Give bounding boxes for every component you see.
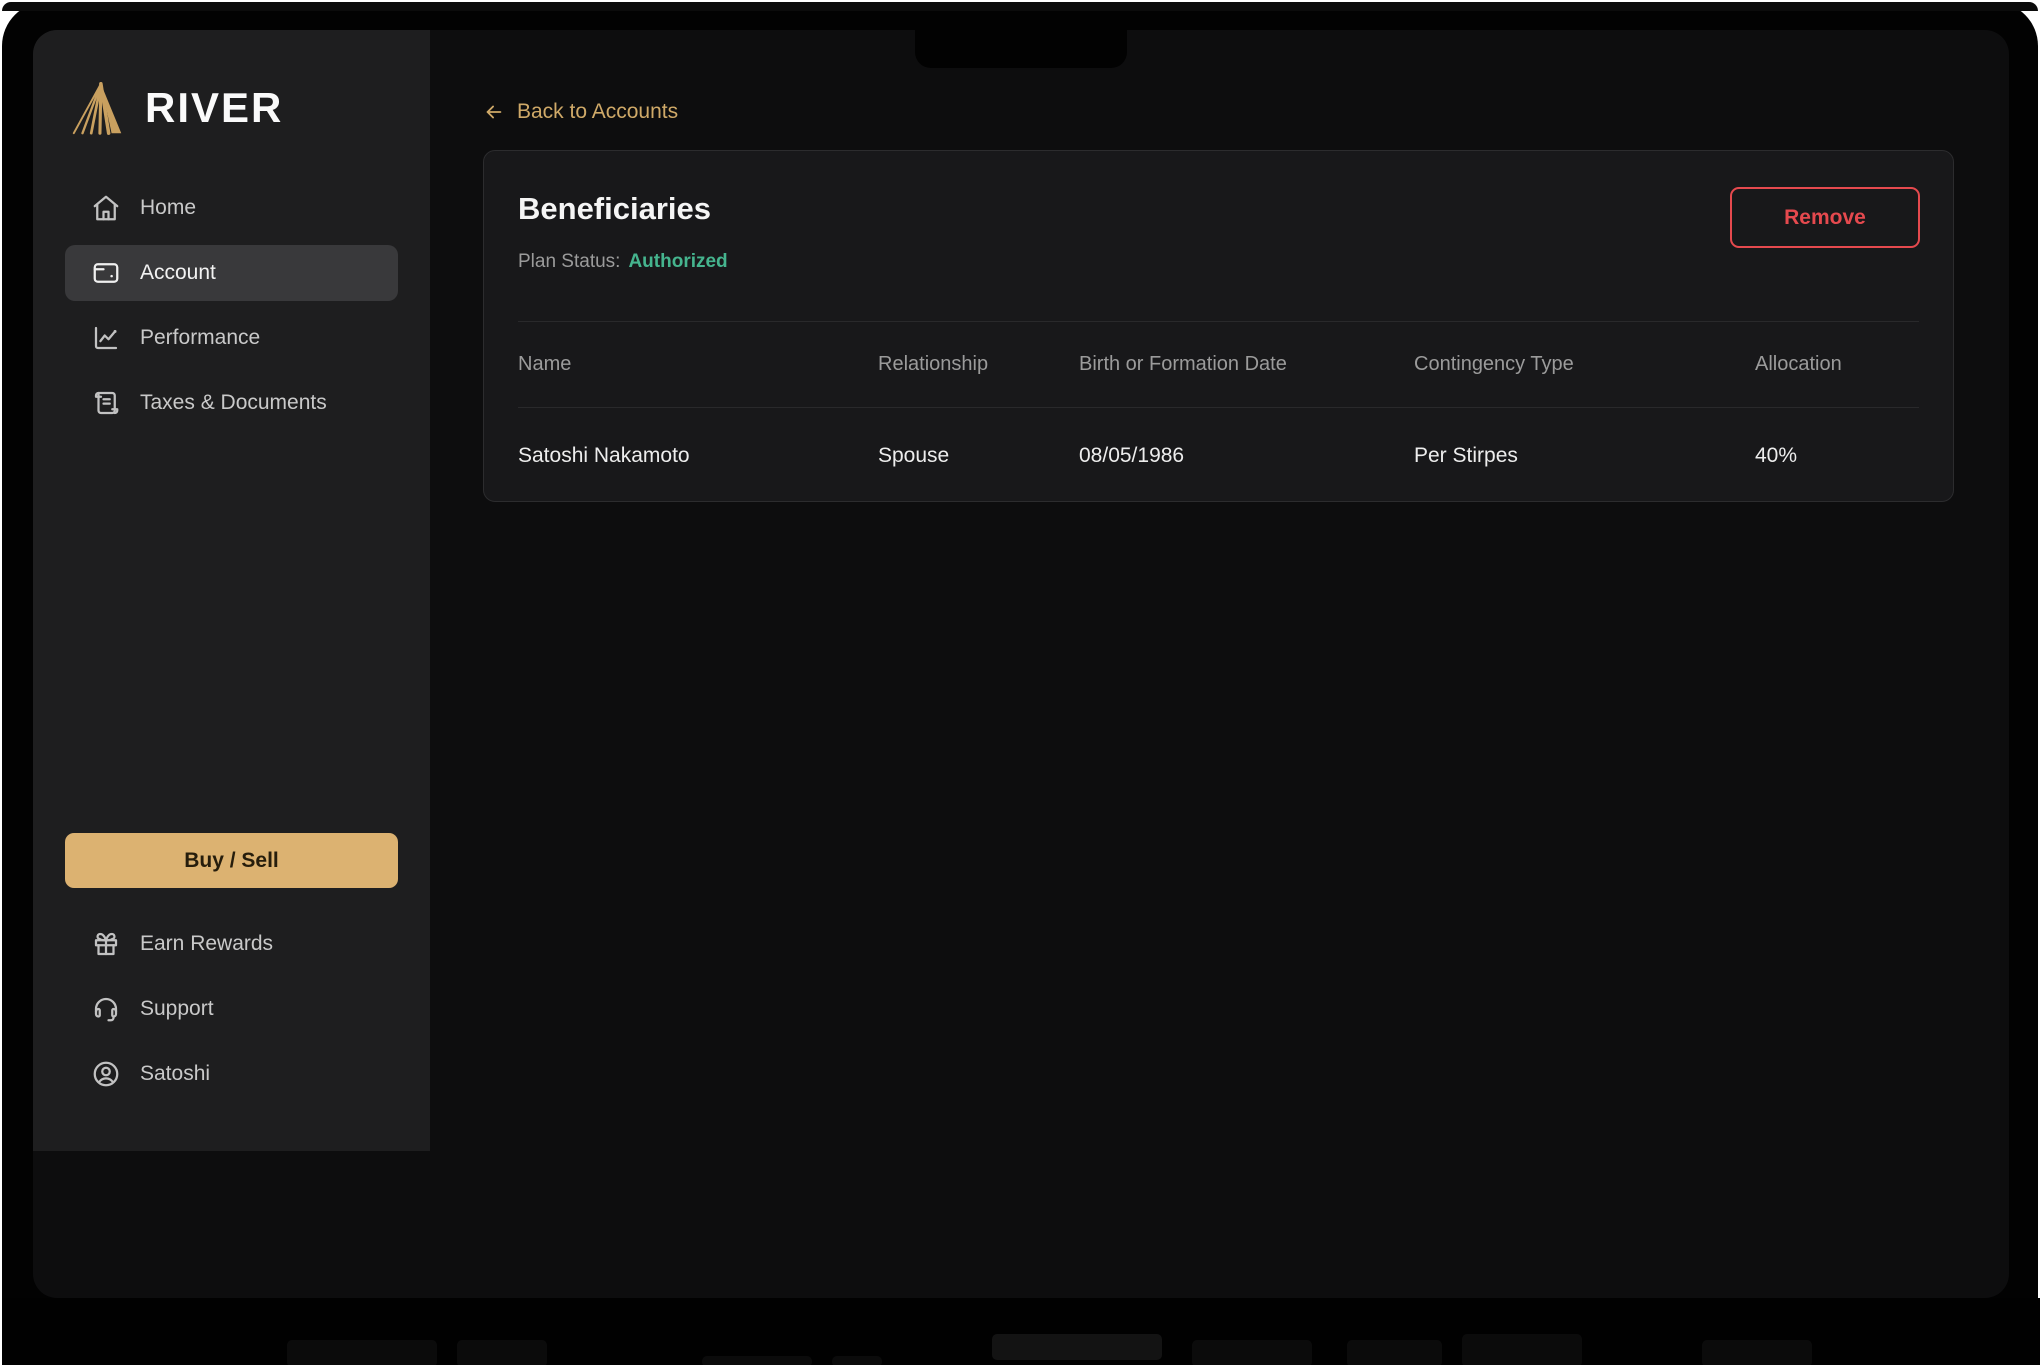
brand-logo: RIVER xyxy=(65,72,398,144)
back-to-accounts-link[interactable]: Back to Accounts xyxy=(483,100,678,124)
home-icon xyxy=(91,193,121,223)
line-chart-icon xyxy=(91,323,121,353)
keyboard-key xyxy=(702,1356,812,1365)
sidebar-item-support[interactable]: Support xyxy=(65,981,398,1037)
headset-icon xyxy=(91,994,121,1024)
beneficiaries-card: Beneficiaries Plan Status: Authorized Rem… xyxy=(483,150,1954,502)
keyboard-deck xyxy=(2,1298,2040,1365)
table-header-row: Name Relationship Birth or Formation Dat… xyxy=(518,321,1919,408)
keyboard-key xyxy=(1347,1340,1442,1365)
sidebar-item-home[interactable]: Home xyxy=(65,180,398,236)
column-header-name: Name xyxy=(518,353,878,376)
plan-status-value: Authorized xyxy=(628,251,727,272)
keyboard-key xyxy=(1462,1334,1582,1365)
wallet-icon xyxy=(91,258,121,288)
keyboard-key xyxy=(457,1340,547,1365)
sidebar-item-performance[interactable]: Performance xyxy=(65,310,398,366)
back-link-label: Back to Accounts xyxy=(517,100,678,124)
cell-name: Satoshi Nakamoto xyxy=(518,444,878,468)
sidebar-item-label: Support xyxy=(140,997,214,1021)
scroll-document-icon xyxy=(91,388,121,418)
column-header-birth-or-formation-date: Birth or Formation Date xyxy=(1079,353,1414,376)
gift-icon xyxy=(91,929,121,959)
sidebar-item-label: Performance xyxy=(140,326,260,350)
keyboard-key xyxy=(1192,1340,1312,1365)
cell-contingency-type: Per Stirpes xyxy=(1414,444,1755,468)
laptop-lid-edge xyxy=(2,2,2038,11)
column-header-allocation: Allocation xyxy=(1755,353,1919,376)
sidebar-item-account[interactable]: Account xyxy=(65,245,398,301)
plan-status-label: Plan Status: xyxy=(518,251,620,272)
sidebar-item-label: Satoshi xyxy=(140,1062,210,1086)
keyboard-key xyxy=(992,1334,1162,1360)
sidebar: RIVER Home Account Performance xyxy=(33,30,430,1151)
sidebar-item-profile-satoshi[interactable]: Satoshi xyxy=(65,1046,398,1102)
card-title: Beneficiaries xyxy=(518,191,711,227)
keyboard-key xyxy=(1702,1340,1812,1365)
cell-birth-or-formation-date: 08/05/1986 xyxy=(1079,444,1414,468)
column-header-relationship: Relationship xyxy=(878,353,1079,376)
keyboard-key xyxy=(832,1356,882,1365)
main-content: Back to Accounts Beneficiaries Plan Stat… xyxy=(430,30,2009,1298)
app-screen: RIVER Home Account Performance xyxy=(33,30,2009,1298)
brand-name: RIVER xyxy=(145,84,283,132)
buy-sell-button[interactable]: Buy / Sell xyxy=(65,833,398,888)
sidebar-item-label: Taxes & Documents xyxy=(140,391,327,415)
river-delta-icon xyxy=(67,77,129,139)
sidebar-item-label: Account xyxy=(140,261,216,285)
keyboard-key xyxy=(287,1340,437,1365)
table-row[interactable]: Satoshi Nakamoto Spouse 08/05/1986 Per S… xyxy=(518,409,1919,502)
remove-button[interactable]: Remove xyxy=(1730,187,1920,248)
sidebar-item-label: Earn Rewards xyxy=(140,932,273,956)
column-header-contingency-type: Contingency Type xyxy=(1414,353,1755,376)
laptop-frame: RIVER Home Account Performance xyxy=(2,2,2038,1365)
sidebar-item-taxes-documents[interactable]: Taxes & Documents xyxy=(65,375,398,431)
camera-notch xyxy=(915,30,1127,68)
sidebar-item-label: Home xyxy=(140,196,196,220)
sidebar-item-earn-rewards[interactable]: Earn Rewards xyxy=(65,916,398,972)
sidebar-spacer xyxy=(65,440,398,833)
arrow-left-icon xyxy=(483,101,505,123)
user-circle-icon xyxy=(91,1059,121,1089)
cell-allocation: 40% xyxy=(1755,444,1919,468)
plan-status: Plan Status: Authorized xyxy=(518,251,728,273)
cell-relationship: Spouse xyxy=(878,444,1079,468)
